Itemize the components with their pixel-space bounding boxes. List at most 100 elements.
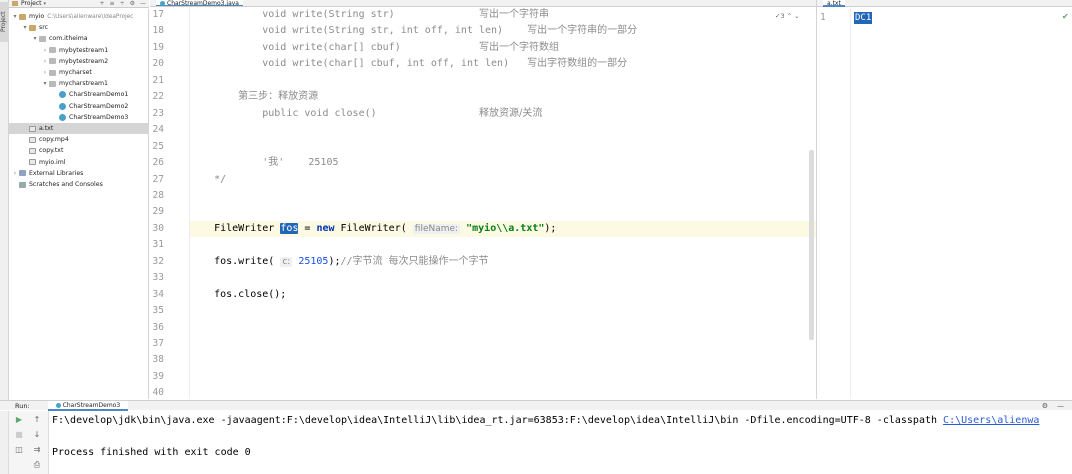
code-line[interactable]: FileWriter fos = new FileWriter( fileNam… bbox=[190, 220, 816, 237]
code-line[interactable]: void write(String str, int off, int len)… bbox=[190, 23, 816, 39]
tree-item[interactable]: a.txt bbox=[9, 123, 148, 134]
editor-scrollbar[interactable] bbox=[809, 150, 814, 340]
rerun-icon[interactable]: ▶ bbox=[11, 415, 27, 425]
line-number: 1 bbox=[820, 12, 826, 23]
minimize-icon[interactable]: — bbox=[1057, 402, 1064, 410]
path-hint: C:\Users\alienware\IdeaProjec bbox=[47, 13, 134, 20]
expand-arrow-icon[interactable]: ▾ bbox=[31, 35, 39, 42]
run-console[interactable]: F:\develop\jdk\bin\java.exe -javaagent:F… bbox=[50, 411, 1072, 474]
tree-item-label: External Libraries bbox=[29, 169, 84, 177]
tree-item[interactable]: copy.txt bbox=[9, 145, 148, 156]
tree-item[interactable]: ▾ src bbox=[9, 22, 148, 33]
code-line[interactable] bbox=[190, 270, 816, 286]
project-tool-button[interactable]: Project bbox=[0, 2, 9, 42]
code-line[interactable]: '我' 25105 bbox=[190, 155, 816, 171]
tree-item[interactable]: › mybytestream1 bbox=[9, 45, 148, 56]
line-number: 19 bbox=[152, 41, 164, 53]
tree-item[interactable]: › mycharset bbox=[9, 67, 148, 78]
tree-item-label: copy.mp4 bbox=[39, 136, 69, 144]
code-line[interactable]: fos.close(); bbox=[190, 287, 816, 303]
tree-item[interactable]: ▾ myio C:\Users\alienware\IdeaProjec bbox=[9, 11, 148, 22]
code-line[interactable] bbox=[190, 320, 816, 336]
tree-item[interactable]: myio.iml bbox=[9, 157, 148, 168]
classpath-link[interactable]: C:\Users\alienwa bbox=[943, 415, 1039, 426]
project-tool-1-icon[interactable]: ≡ bbox=[110, 0, 115, 7]
code-line[interactable] bbox=[190, 303, 816, 319]
file-content[interactable]: DC1 bbox=[854, 12, 873, 24]
tree-item-label: mycharset bbox=[59, 69, 92, 76]
expand-arrow-icon[interactable]: ▾ bbox=[21, 24, 29, 31]
tab-charstreamdemo3[interactable]: CharStreamDemo3.java bbox=[156, 0, 243, 6]
folder-icon bbox=[19, 13, 26, 20]
tree-item[interactable]: Scratches and Consoles bbox=[9, 179, 148, 190]
project-tool-3-icon[interactable]: ⚙ bbox=[130, 0, 135, 7]
tree-item-label: com.itheima bbox=[49, 35, 88, 43]
tree-item[interactable]: ▾ com.itheima bbox=[9, 33, 148, 44]
tree-item[interactable]: › mybytestream2 bbox=[9, 56, 148, 67]
file-icon bbox=[29, 147, 36, 154]
code-area[interactable]: void write(String str) 写出一个字符串 void writ… bbox=[190, 7, 816, 399]
project-tool-0-icon[interactable]: + bbox=[100, 0, 105, 7]
line-number: 26 bbox=[152, 157, 164, 169]
chevron-down-icon[interactable]: ▾ bbox=[44, 1, 47, 7]
code-line[interactable]: */ bbox=[190, 172, 816, 188]
lib-icon bbox=[19, 170, 26, 177]
code-line[interactable] bbox=[190, 139, 816, 155]
ide-window: Project Project ▾ + ≡ ÷ ⚙ — ▾ myio C:\Users\al… bbox=[0, 0, 1072, 474]
expand-arrow-icon[interactable]: › bbox=[41, 69, 49, 76]
code-line[interactable] bbox=[190, 385, 816, 399]
line-number: 35 bbox=[152, 305, 164, 317]
tree-item-label: myio.iml bbox=[39, 158, 66, 166]
tab-a-txt[interactable]: a.txt bbox=[823, 0, 845, 7]
tree-item-label: myio bbox=[29, 13, 45, 20]
tree-item-label: mycharstream1 bbox=[59, 80, 108, 88]
project-tool-4-icon[interactable]: — bbox=[140, 0, 146, 7]
tab-label: a.txt bbox=[827, 0, 841, 7]
expand-arrow-icon[interactable]: › bbox=[11, 170, 19, 177]
tree-item[interactable]: CharStreamDemo1 bbox=[9, 89, 148, 100]
gear-icon[interactable]: ⚙ bbox=[1042, 402, 1048, 410]
expand-arrow-icon[interactable]: ▾ bbox=[11, 13, 19, 20]
scroll-down-icon[interactable]: ↓ bbox=[29, 430, 45, 440]
code-line[interactable]: void write(String str) 写出一个字符串 bbox=[190, 7, 816, 23]
tree-item[interactable]: CharStreamDemo2 bbox=[9, 101, 148, 112]
code-line[interactable]: public void close() 释放资源/关流 bbox=[190, 106, 816, 122]
line-number: 22 bbox=[152, 91, 164, 103]
expand-arrow-icon[interactable]: › bbox=[41, 58, 49, 65]
expand-arrow-icon[interactable]: ▾ bbox=[41, 80, 49, 87]
scroll-up-icon[interactable]: ↑ bbox=[29, 415, 45, 425]
code-line[interactable] bbox=[190, 237, 816, 253]
line-number: 39 bbox=[152, 370, 164, 382]
tree-item[interactable]: ▾ mycharstream1 bbox=[9, 78, 148, 89]
code-line[interactable]: void write(char[] cbuf) 写出一个字符数组 bbox=[190, 40, 816, 56]
print-icon[interactable]: ⎙ bbox=[29, 460, 45, 470]
project-view-selector[interactable]: Project bbox=[21, 0, 42, 7]
line-number: 40 bbox=[152, 387, 164, 399]
line-number: 30 bbox=[152, 222, 164, 234]
expand-arrow-icon[interactable]: › bbox=[41, 47, 49, 54]
tree-item[interactable]: CharStreamDemo3 bbox=[9, 112, 148, 123]
restore-layout-icon[interactable]: ◫ bbox=[11, 445, 27, 455]
project-tool-2-icon[interactable]: ÷ bbox=[120, 0, 125, 7]
tree-item[interactable]: copy.mp4 bbox=[9, 134, 148, 145]
bottom-tool-stripe bbox=[0, 411, 9, 474]
code-line[interactable] bbox=[190, 204, 816, 220]
project-toolbar: + ≡ ÷ ⚙ — bbox=[100, 0, 149, 7]
code-line[interactable] bbox=[190, 73, 816, 89]
code-line[interactable] bbox=[190, 352, 816, 368]
inspection-badge[interactable]: ✓3 ⌃ ⌄ bbox=[775, 12, 800, 20]
code-line[interactable]: fos.write( c: 25105);//字节流 每次只能操作一个字节 bbox=[190, 254, 816, 270]
tree-item[interactable]: › External Libraries bbox=[9, 168, 148, 179]
line-number: 31 bbox=[152, 239, 164, 251]
code-line[interactable] bbox=[190, 336, 816, 352]
code-line[interactable]: void write(char[] cbuf, int off, int len… bbox=[190, 56, 816, 72]
soft-wrap-icon[interactable]: ⇉ bbox=[29, 445, 45, 455]
folder-icon bbox=[29, 24, 36, 31]
code-line[interactable] bbox=[190, 369, 816, 385]
code-line[interactable] bbox=[190, 188, 816, 204]
code-line[interactable]: 第三步：释放资源 bbox=[190, 89, 816, 105]
stop-icon[interactable]: ■ bbox=[11, 430, 27, 440]
tab-run-charstreamdemo3[interactable]: CharStreamDemo3 bbox=[47, 400, 129, 411]
code-line[interactable] bbox=[190, 122, 816, 138]
tree-item-label: Scratches and Consoles bbox=[29, 181, 103, 188]
